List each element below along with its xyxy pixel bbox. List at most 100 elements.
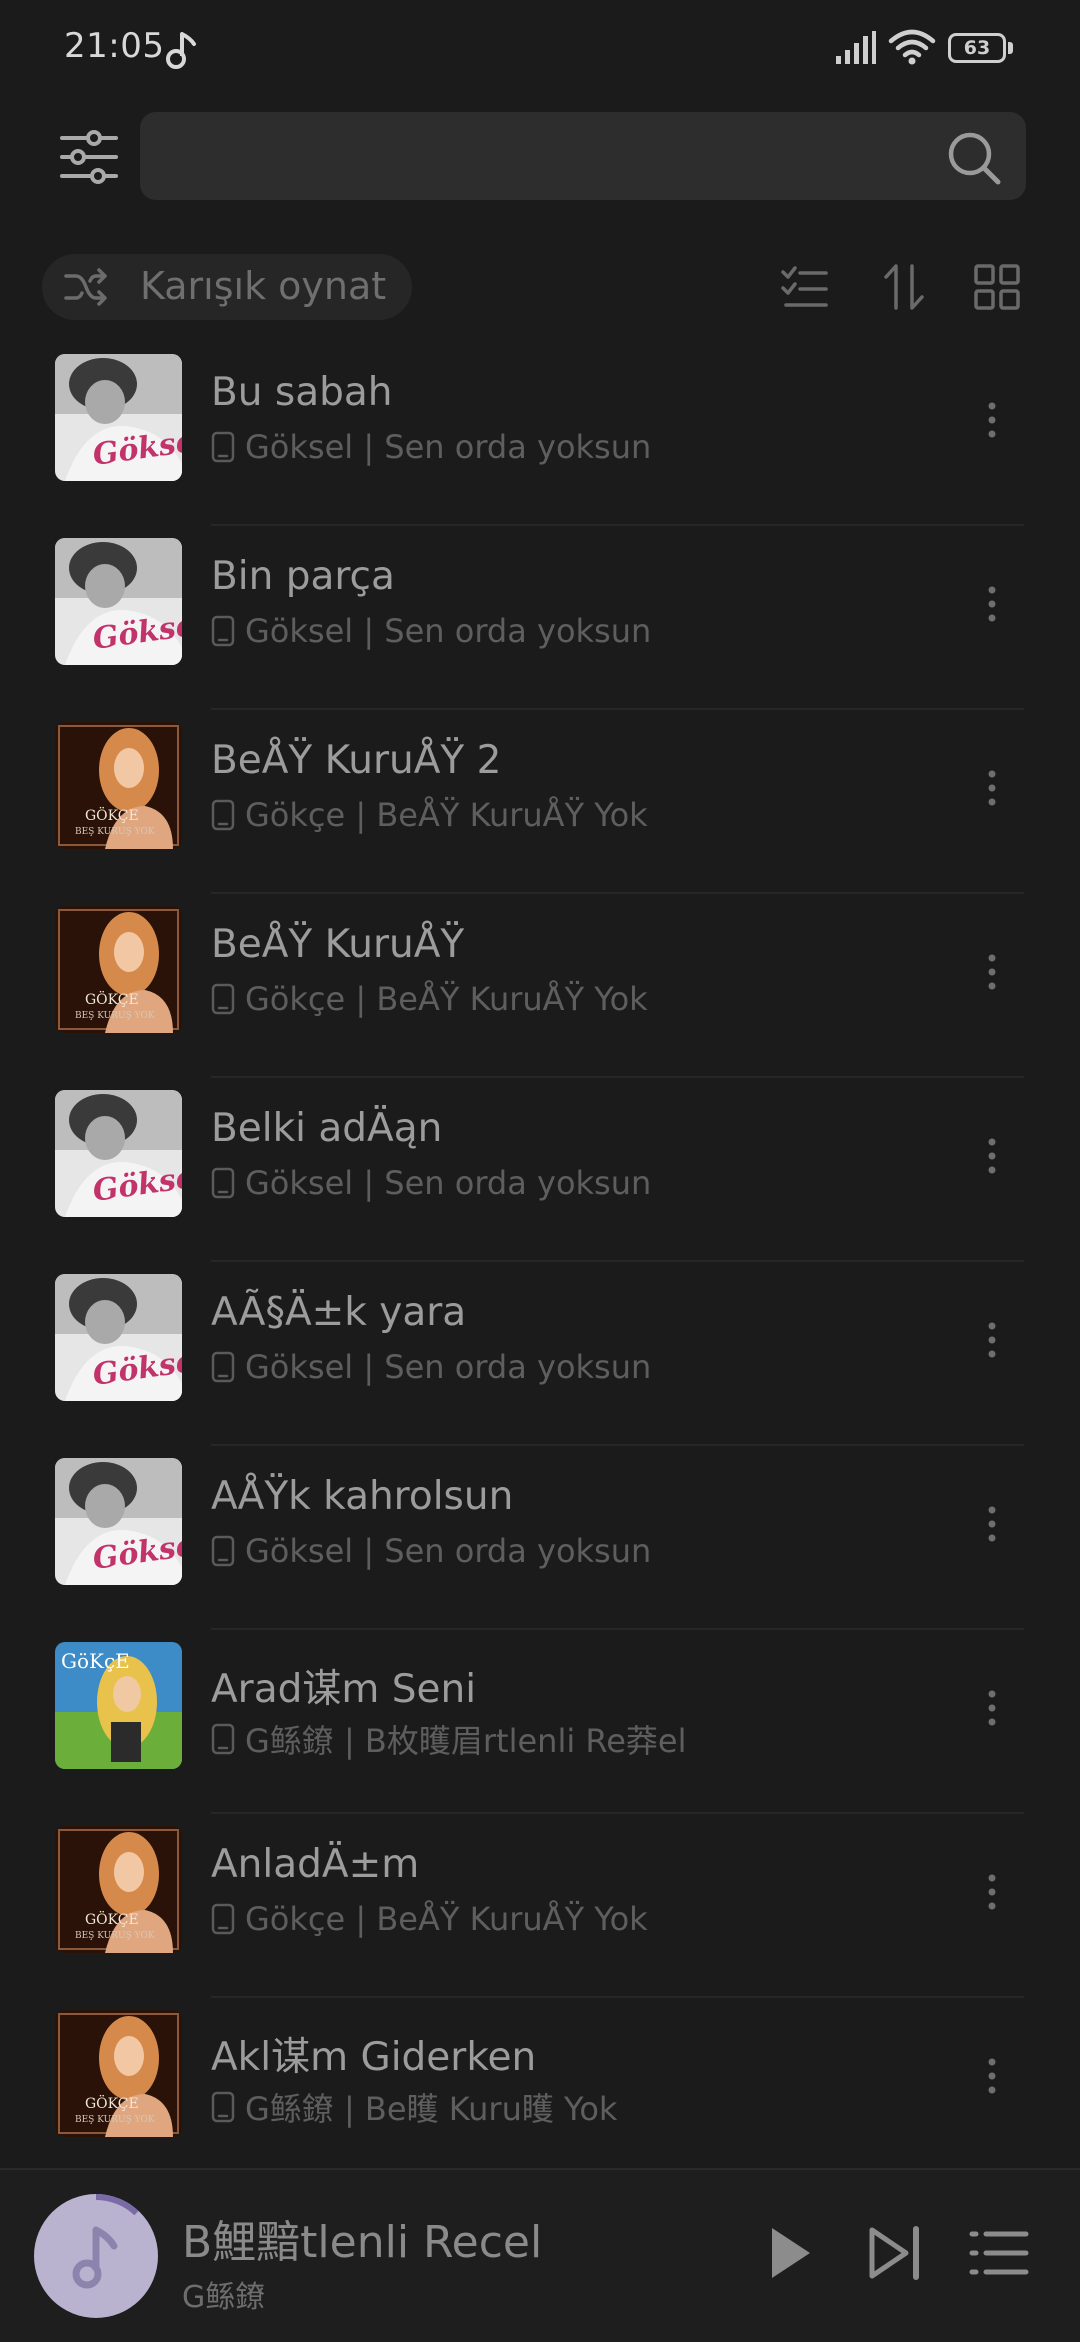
album-cover: Göksel: [55, 1090, 182, 1217]
song-artist-album: Gökçe | BeÅŸ KuruÅŸ Yok: [245, 1900, 648, 1938]
song-subtitle: Gökçe | BeÅŸ KuruÅŸ Yok: [211, 980, 648, 1020]
song-row[interactable]: GöKçE Arad谋m Seni G鲧鐐 | B枚矆眉rtlenli Re莽el: [0, 1630, 1080, 1814]
music-note-icon: [166, 32, 196, 69]
phone-storage-icon: [211, 1167, 235, 1199]
song-subtitle: Göksel | Sen orda yoksun: [211, 612, 651, 652]
song-row[interactable]: Göksel Bu sabah Göksel | Sen orda yoksun: [0, 342, 1080, 526]
svg-text:BEŞ KURUŞ YOK: BEŞ KURUŞ YOK: [75, 1011, 155, 1021]
song-artist-album: Göksel | Sen orda yoksun: [245, 428, 652, 466]
album-cover: Göksel: [55, 354, 182, 481]
song-row[interactable]: GÖKÇE BEŞ KURUŞ YOK AnladÄ±m Gökçe | BeÅŸ K…: [0, 1814, 1080, 1998]
status-bar: 21:05 63: [0, 0, 1080, 100]
album-cover: GÖKÇE BEŞ KURUŞ YOK: [55, 722, 182, 849]
album-cover: Göksel: [55, 1274, 182, 1401]
filter-sliders-icon[interactable]: [56, 124, 122, 190]
phone-storage-icon: [211, 615, 235, 647]
song-row[interactable]: Göksel AÃ§Ä±k yara Göksel | Sen orda yoksu…: [0, 1262, 1080, 1446]
search-input[interactable]: [140, 112, 1026, 200]
shuffle-icon: [64, 268, 107, 306]
album-cover: GÖKÇE BEŞ KURUŞ YOK: [55, 2010, 182, 2137]
more-options-icon[interactable]: [964, 1864, 1020, 1920]
song-subtitle: Göksel | Sen orda yoksun: [211, 1164, 651, 1204]
album-cover: GÖKÇE BEŞ KURUŞ YOK: [55, 1826, 182, 1953]
song-row[interactable]: Göksel Bin parça Göksel | Sen orda yoksun: [0, 526, 1080, 710]
song-subtitle: Göksel | Sen orda yoksun: [211, 428, 651, 468]
song-artist-album: Göksel | Sen orda yoksun: [245, 1164, 652, 1202]
multi-select-icon[interactable]: [780, 262, 830, 312]
song-title: AÅŸk kahrolsun: [211, 1474, 514, 1519]
song-artist-album: Göksel | Sen orda yoksun: [245, 1348, 652, 1386]
svg-text:GÖKÇE: GÖKÇE: [85, 1910, 139, 1928]
song-title: BeÅŸ KuruÅŸ 2: [211, 738, 502, 783]
song-title: AÃ§Ä±k yara: [211, 1290, 467, 1335]
battery-level: 63: [948, 33, 1006, 63]
phone-storage-icon: [211, 2091, 235, 2123]
song-row[interactable]: GÖKÇE BEŞ KURUŞ YOK BeÅŸ KuruÅŸ 2 Gökçe | B…: [0, 710, 1080, 894]
phone-storage-icon: [211, 1351, 235, 1383]
now-playing-art[interactable]: [32, 2192, 160, 2320]
svg-text:GÖKÇE: GÖKÇE: [85, 2094, 139, 2112]
shuffle-play-button[interactable]: Karışık oynat: [42, 254, 412, 320]
sort-icon[interactable]: [880, 262, 930, 312]
svg-text:GÖKÇE: GÖKÇE: [85, 806, 139, 824]
now-playing-title[interactable]: B鯉黯tlenli Recel: [182, 2206, 542, 2270]
song-list: Göksel Bu sabah Göksel | Sen orda yoksun Gö…: [0, 342, 1080, 2182]
mini-player[interactable]: B鯉黯tlenli Recel G鲧鐐: [0, 2168, 1080, 2342]
more-options-icon[interactable]: [964, 1128, 1020, 1184]
search-icon[interactable]: [946, 130, 1002, 186]
song-title: BeÅŸ KuruÅŸ: [211, 922, 465, 967]
album-cover: GöKçE: [55, 1642, 182, 1769]
signal-icon: [836, 31, 876, 64]
status-time: 21:05: [64, 26, 165, 66]
svg-text:BEŞ KURUŞ YOK: BEŞ KURUŞ YOK: [75, 1931, 155, 1941]
song-row[interactable]: GÖKÇE BEŞ KURUŞ YOK Akl谋m Giderken G鲧鐐 | Be…: [0, 1998, 1080, 2182]
svg-text:BEŞ KURUŞ YOK: BEŞ KURUŞ YOK: [75, 2115, 155, 2125]
song-title: Belki adÄąn: [211, 1106, 443, 1151]
song-row[interactable]: GÖKÇE BEŞ KURUŞ YOK BeÅŸ KuruÅŸ Gökçe | BeÅ…: [0, 894, 1080, 1078]
phone-storage-icon: [211, 1535, 235, 1567]
wifi-icon: [888, 29, 936, 65]
album-cover: GÖKÇE BEŞ KURUŞ YOK: [55, 906, 182, 1033]
song-artist-album: G鲧鐐 | Be矆 Kuru矆 Yok: [245, 2090, 618, 2128]
phone-storage-icon: [211, 431, 235, 463]
song-artist-album: Gökçe | BeÅŸ KuruÅŸ Yok: [245, 796, 648, 834]
album-cover: Göksel: [55, 538, 182, 665]
shuffle-label: Karışık oynat: [140, 264, 387, 308]
song-row[interactable]: Göksel AÅŸk kahrolsun Göksel | Sen orda yo…: [0, 1446, 1080, 1630]
svg-text:GÖKÇE: GÖKÇE: [85, 990, 139, 1008]
song-subtitle: Gökçe | BeÅŸ KuruÅŸ Yok: [211, 796, 648, 836]
more-options-icon[interactable]: [964, 2048, 1020, 2104]
more-options-icon[interactable]: [964, 944, 1020, 1000]
skip-next-icon[interactable]: [862, 2220, 928, 2286]
svg-text:BEŞ KURUŞ YOK: BEŞ KURUŞ YOK: [75, 827, 155, 837]
song-title: Bin parça: [211, 554, 395, 599]
phone-storage-icon: [211, 799, 235, 831]
now-playing-artist: G鲧鐐: [182, 2280, 266, 2315]
song-artist-album: G鲧鐐 | B枚矆眉rtlenli Re莽el: [245, 1722, 687, 1760]
svg-text:GöKçE: GöKçE: [61, 1649, 130, 1673]
grid-view-icon[interactable]: [972, 262, 1022, 312]
play-icon[interactable]: [756, 2220, 822, 2286]
song-subtitle: Göksel | Sen orda yoksun: [211, 1532, 651, 1572]
song-subtitle: Göksel | Sen orda yoksun: [211, 1348, 651, 1388]
playlist-icon[interactable]: [966, 2220, 1032, 2286]
song-title: AnladÄ±m: [211, 1842, 420, 1887]
more-options-icon[interactable]: [964, 1312, 1020, 1368]
album-cover: Göksel: [55, 1458, 182, 1585]
phone-storage-icon: [211, 1903, 235, 1935]
song-subtitle: G鲧鐐 | Be矆 Kuru矆 Yok: [211, 2084, 617, 2128]
song-artist-album: Göksel | Sen orda yoksun: [245, 612, 652, 650]
more-options-icon[interactable]: [964, 576, 1020, 632]
battery-icon: 63: [948, 33, 1013, 65]
phone-storage-icon: [211, 983, 235, 1015]
song-title: Bu sabah: [211, 370, 393, 415]
song-artist-album: Göksel | Sen orda yoksun: [245, 1532, 652, 1570]
more-options-icon[interactable]: [964, 392, 1020, 448]
song-subtitle: Gökçe | BeÅŸ KuruÅŸ Yok: [211, 1900, 648, 1940]
song-row[interactable]: Göksel Belki adÄąn Göksel | Sen orda yoksu…: [0, 1078, 1080, 1262]
more-options-icon[interactable]: [964, 760, 1020, 816]
more-options-icon[interactable]: [964, 1496, 1020, 1552]
song-artist-album: Gökçe | BeÅŸ KuruÅŸ Yok: [245, 980, 648, 1018]
more-options-icon[interactable]: [964, 1680, 1020, 1736]
phone-storage-icon: [211, 1723, 235, 1755]
